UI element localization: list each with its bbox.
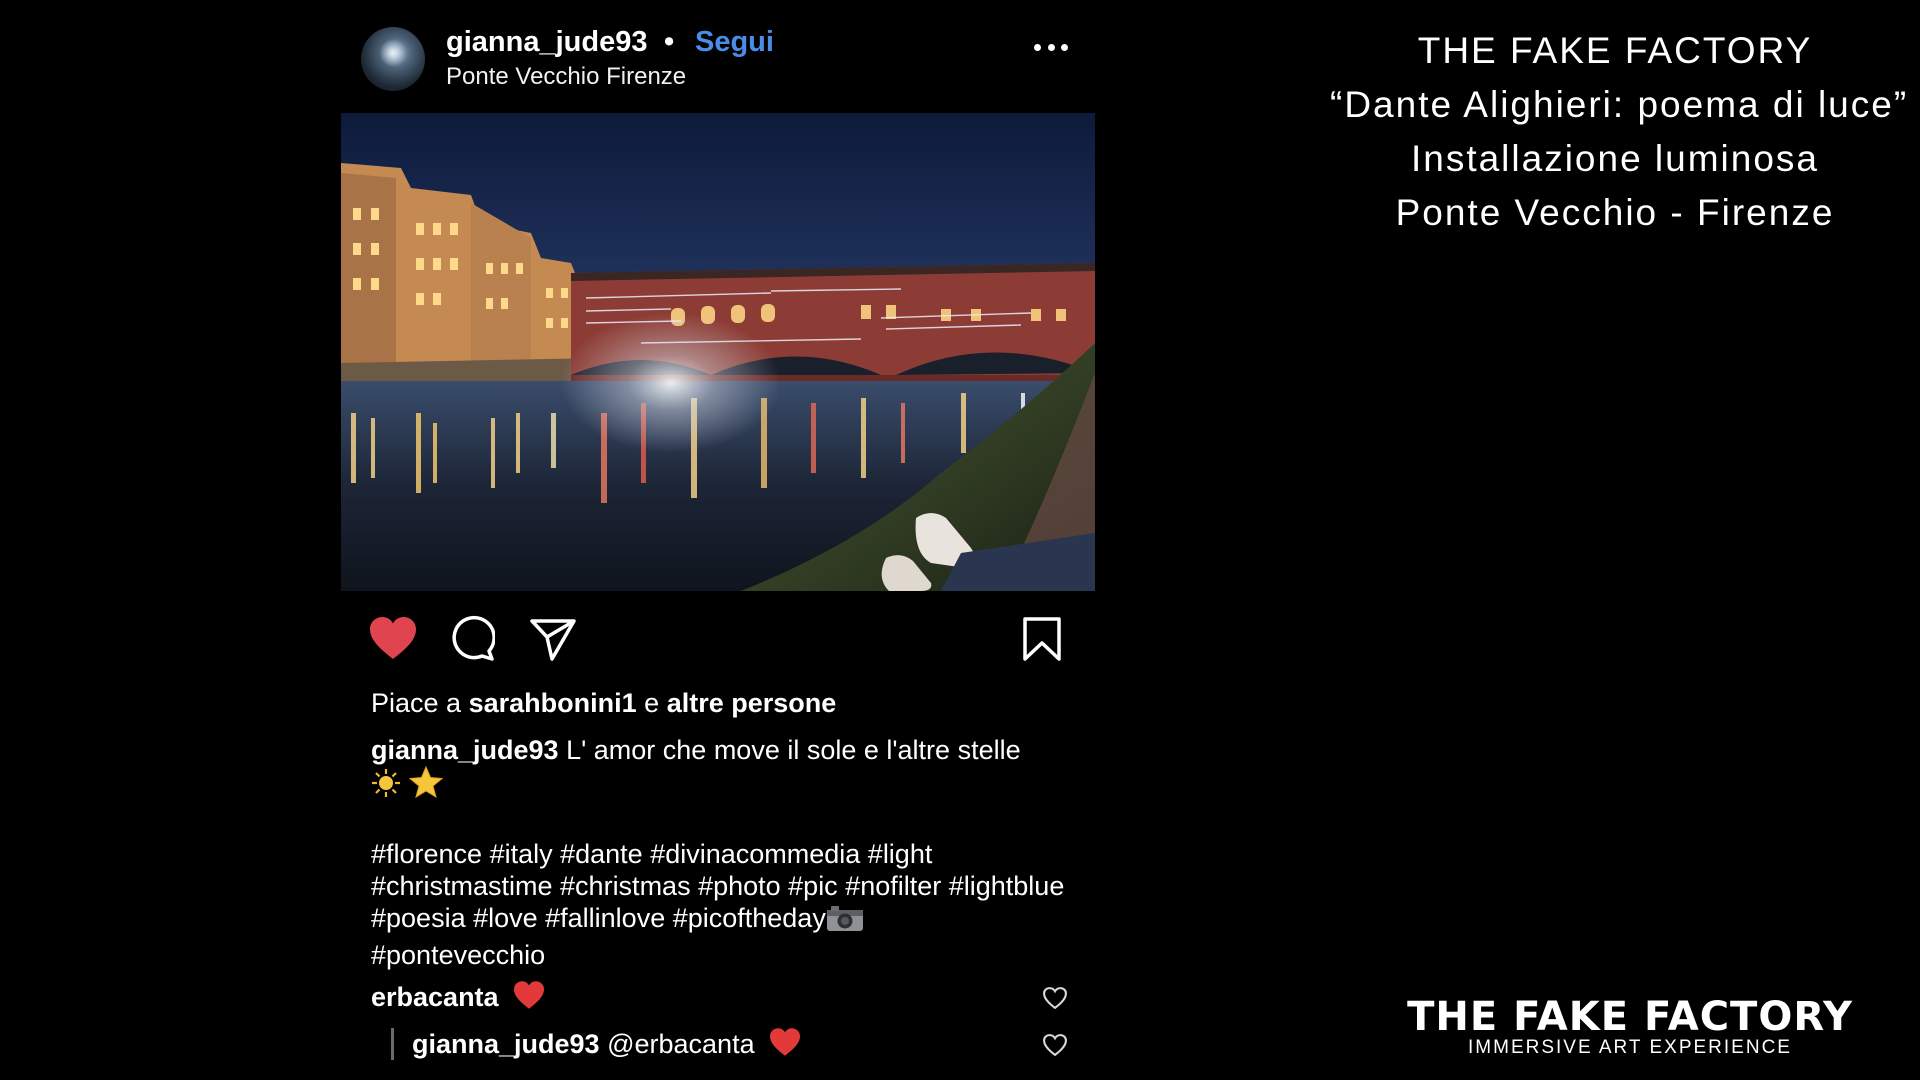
- overlay-title: THE FAKE FACTORY “Dante Alighieri: poema…: [1330, 24, 1909, 240]
- sun-icon: [371, 768, 401, 805]
- reply-mention[interactable]: @erbacanta: [607, 1029, 755, 1059]
- comment-like-heart-icon[interactable]: [1042, 986, 1068, 1010]
- hashtags-last[interactable]: #pontevecchio: [371, 939, 1071, 971]
- red-heart-emoji-icon: [512, 980, 546, 1017]
- reply-like-heart-icon[interactable]: [1042, 1033, 1068, 1057]
- overlay-title-line: THE FAKE FACTORY: [1417, 30, 1813, 71]
- post-photo[interactable]: [341, 113, 1095, 591]
- post-username[interactable]: gianna_jude93: [446, 26, 647, 59]
- like-heart-icon[interactable]: [368, 615, 418, 663]
- caption-hashtags: #florence #italy #dante #divinacommedia …: [371, 838, 1071, 971]
- more-options-icon[interactable]: [1034, 44, 1068, 54]
- caption-text: L' amor che move il sole e l'altre stell…: [566, 735, 1021, 765]
- camera-icon: [826, 904, 864, 939]
- avatar[interactable]: [361, 27, 425, 91]
- post-location[interactable]: Ponte Vecchio Firenze: [446, 63, 686, 91]
- overlay-title-line: Installazione luminosa: [1410, 138, 1820, 179]
- comment-bubble-icon[interactable]: [449, 615, 496, 663]
- logo-main-text: THE FAKE FACTORY: [1407, 994, 1853, 1040]
- likes-joiner: e: [644, 688, 660, 718]
- star-icon: [408, 765, 443, 805]
- comment-item: erbacanta: [371, 980, 546, 1017]
- overlay-title-line: “Dante Alighieri: poema di luce”: [1330, 84, 1909, 125]
- hashtags-text[interactable]: #florence #italy #dante #divinacommedia …: [371, 839, 1064, 933]
- post-caption: gianna_jude93 L' amor che move il sole e…: [371, 734, 1041, 805]
- likes-summary[interactable]: Piace a sarahbonini1 e altre persone: [371, 688, 836, 719]
- brand-logo: THE FAKE FACTORY IMMERSIVE ART EXPERIENC…: [1380, 996, 1880, 1058]
- overlay-title-line: Ponte Vecchio - Firenze: [1395, 192, 1835, 233]
- reply-username[interactable]: gianna_jude93: [412, 1029, 600, 1059]
- likes-others[interactable]: altre persone: [667, 688, 837, 718]
- separator-dot: •: [664, 26, 675, 58]
- caption-username[interactable]: gianna_jude93: [371, 735, 559, 765]
- follow-button[interactable]: Segui: [695, 26, 774, 59]
- red-heart-emoji-icon: [768, 1027, 802, 1064]
- comment-username[interactable]: erbacanta: [371, 982, 499, 1012]
- bookmark-icon[interactable]: [1020, 615, 1064, 663]
- reply-item: gianna_jude93 @erbacanta: [412, 1027, 802, 1064]
- likes-prefix: Piace a: [371, 688, 462, 718]
- logo-subtitle: IMMERSIVE ART EXPERIENCE: [1468, 1037, 1792, 1058]
- share-paper-plane-icon[interactable]: [528, 615, 578, 663]
- likes-user[interactable]: sarahbonini1: [469, 688, 637, 718]
- reply-thread-line: [391, 1028, 394, 1060]
